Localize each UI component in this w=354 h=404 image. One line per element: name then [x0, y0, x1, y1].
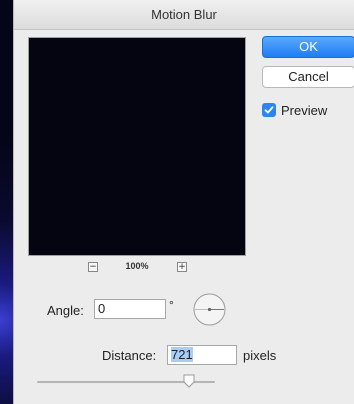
zoom-out-button[interactable]: −: [88, 262, 98, 272]
distance-value: 721: [171, 347, 193, 362]
checkmark-icon: [264, 106, 274, 114]
angle-input[interactable]: 0: [94, 299, 166, 319]
distance-input[interactable]: 721: [167, 345, 237, 365]
motion-blur-dialog: Motion Blur − 100% + OK Cancel Preview A…: [13, 0, 354, 404]
zoom-in-button[interactable]: +: [177, 262, 187, 272]
preview-checkbox[interactable]: [262, 103, 276, 117]
angle-unit: °: [169, 298, 174, 312]
angle-dial-icon[interactable]: [193, 293, 226, 326]
preview-pane[interactable]: [28, 37, 246, 256]
distance-slider-thumb[interactable]: [182, 374, 196, 388]
ok-button[interactable]: OK: [262, 36, 354, 58]
cancel-button[interactable]: Cancel: [262, 66, 354, 88]
distance-unit: pixels: [243, 348, 277, 363]
preview-label[interactable]: Preview: [281, 103, 327, 118]
angle-label: Angle:: [47, 303, 84, 318]
zoom-level: 100%: [125, 261, 149, 271]
dialog-title: Motion Blur: [151, 7, 217, 22]
distance-label: Distance:: [102, 348, 157, 363]
title-bar[interactable]: Motion Blur: [14, 0, 354, 30]
